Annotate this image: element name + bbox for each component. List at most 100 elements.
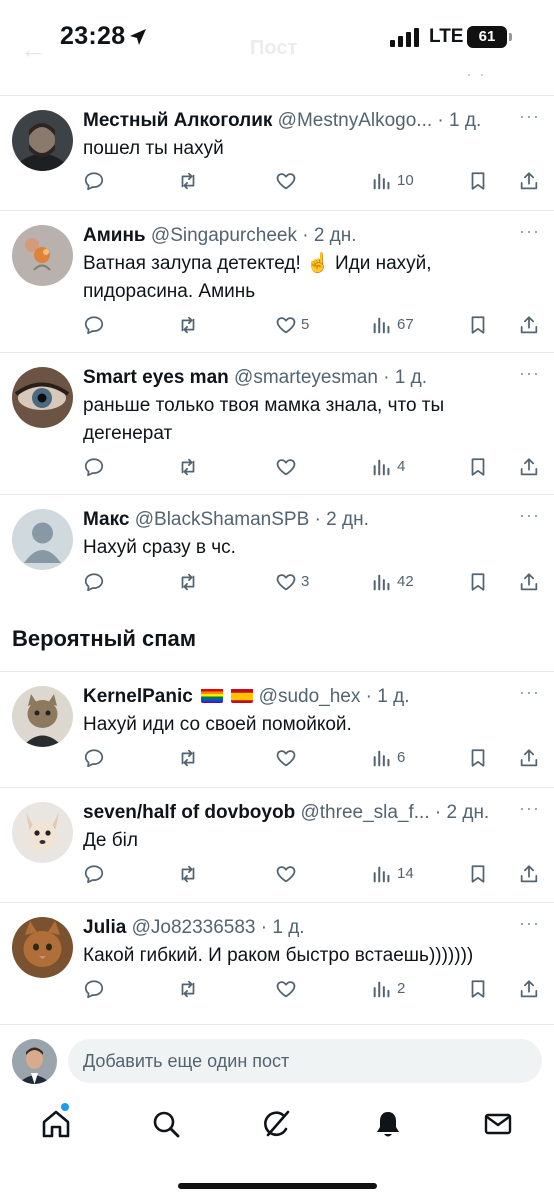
cat-avatar-icon[interactable] <box>12 917 73 978</box>
reply-button[interactable] <box>83 863 105 889</box>
chihuahua-avatar-icon[interactable] <box>12 802 73 863</box>
like-button[interactable] <box>275 747 301 773</box>
views-button[interactable]: 67 <box>371 314 414 340</box>
post[interactable]: Макс @BlackShamanSPB · 2 дн. ··· Нахуй с… <box>0 495 554 608</box>
reply-button[interactable] <box>83 571 105 597</box>
repost-button[interactable] <box>177 571 199 597</box>
eye-avatar-icon[interactable] <box>12 367 73 428</box>
bookmark-button[interactable] <box>467 978 489 1004</box>
like-button[interactable] <box>275 170 301 196</box>
heart-icon <box>276 317 296 334</box>
post-time: · 1 д. <box>260 917 305 938</box>
views-button[interactable]: 4 <box>371 456 405 482</box>
author-handle[interactable]: @Singapurcheek <box>151 225 297 246</box>
reply-button[interactable] <box>83 170 105 196</box>
flower-avatar-icon[interactable] <box>12 225 73 286</box>
bearded-man-avatar-icon[interactable] <box>12 110 73 171</box>
post-text: пошел ты нахуй <box>83 138 224 159</box>
views-button[interactable]: 2 <box>371 978 405 1004</box>
repost-button[interactable] <box>177 456 199 482</box>
author-handle[interactable]: @Jo82336583 <box>132 917 256 938</box>
author-name[interactable]: Местный Алкоголик <box>83 110 272 131</box>
views-button[interactable]: 14 <box>371 863 414 889</box>
repost-button[interactable] <box>177 747 199 773</box>
reply-button[interactable] <box>83 747 105 773</box>
post[interactable]: Местный Алкоголик @MestnyAlkogo... · 1 д… <box>0 96 554 211</box>
back-arrow-icon[interactable]: ← <box>20 34 46 65</box>
post-header: seven/half of dovboyob @three_sla_f... ·… <box>83 802 510 824</box>
reply-icon <box>84 980 104 999</box>
post[interactable]: Julia @Jo82336583 · 1 д. ··· Какой гибки… <box>0 903 554 1018</box>
bookmark-button[interactable] <box>467 747 489 773</box>
share-button[interactable] <box>518 978 540 1004</box>
like-button[interactable] <box>275 456 301 482</box>
bookmark-button[interactable] <box>467 456 489 482</box>
bookmark-button[interactable] <box>467 314 489 340</box>
post[interactable]: seven/half of dovboyob @three_sla_f... ·… <box>0 788 554 903</box>
more-options-icon[interactable]: ··· <box>519 505 540 526</box>
post-actions: 10 <box>83 170 543 196</box>
like-button[interactable] <box>275 978 301 1004</box>
author-handle[interactable]: @sudo_hex <box>259 686 361 707</box>
bookmark-button[interactable] <box>467 170 489 196</box>
like-button[interactable]: 3 <box>275 571 309 597</box>
home-tab[interactable] <box>40 1108 72 1140</box>
grok-tab[interactable] <box>261 1108 293 1140</box>
views-button[interactable]: 42 <box>371 571 414 597</box>
post[interactable]: Аминь @Singapurcheek · 2 дн. ··· Ватная … <box>0 211 554 353</box>
author-name[interactable]: KernelPanic <box>83 686 193 707</box>
author-name[interactable]: Julia <box>83 917 126 938</box>
share-button[interactable] <box>518 456 540 482</box>
post-header: Julia @Jo82336583 · 1 д. <box>83 917 510 939</box>
cat-in-suit-avatar-icon[interactable] <box>12 686 73 747</box>
views-icon <box>373 574 390 591</box>
author-name[interactable]: seven/half of dovboyob <box>83 802 295 823</box>
author-handle[interactable]: @BlackShamanSPB <box>135 509 310 530</box>
view-count: 14 <box>397 865 414 882</box>
status-time: 23:28 <box>60 22 126 50</box>
more-options-icon[interactable]: ··· <box>519 913 540 934</box>
views-button[interactable]: 10 <box>371 170 414 196</box>
author-name[interactable]: Smart eyes man <box>83 367 229 388</box>
share-button[interactable] <box>518 747 540 773</box>
reply-button[interactable] <box>83 978 105 1004</box>
more-options-icon[interactable]: ··· <box>519 106 540 127</box>
reply-icon <box>84 865 104 884</box>
reply-button[interactable] <box>83 456 105 482</box>
post-actions: 4 <box>83 456 543 482</box>
messages-tab[interactable] <box>482 1108 514 1140</box>
author-handle[interactable]: @smarteyesman <box>234 367 378 388</box>
share-button[interactable] <box>518 314 540 340</box>
reply-input[interactable] <box>68 1039 542 1083</box>
more-options-icon[interactable]: ··· <box>519 798 540 819</box>
views-button[interactable]: 6 <box>371 747 405 773</box>
repost-button[interactable] <box>177 314 199 340</box>
search-tab[interactable] <box>150 1108 182 1140</box>
bookmark-button[interactable] <box>467 863 489 889</box>
author-name[interactable]: Макс <box>83 509 129 530</box>
author-handle[interactable]: @MestnyAlkogo... <box>278 110 432 131</box>
notifications-tab[interactable] <box>372 1108 404 1140</box>
author-handle[interactable]: @three_sla_f... <box>300 802 429 823</box>
post[interactable]: KernelPanic @sudo_hex · 1 д. ··· Нахуй и… <box>0 672 554 788</box>
post-actions: 2 <box>83 978 543 1004</box>
more-options-icon[interactable]: ··· <box>519 682 540 703</box>
share-button[interactable] <box>518 863 540 889</box>
share-button[interactable] <box>518 571 540 597</box>
like-button[interactable]: 5 <box>275 314 309 340</box>
author-name[interactable]: Аминь <box>83 225 146 246</box>
search-icon <box>153 1111 180 1138</box>
repost-button[interactable] <box>177 170 199 196</box>
bookmark-button[interactable] <box>467 571 489 597</box>
share-button[interactable] <box>518 170 540 196</box>
reply-button[interactable] <box>83 314 105 340</box>
post[interactable]: Smart eyes man @smarteyesman · 1 д. ··· … <box>0 353 554 495</box>
default-profile-icon[interactable] <box>12 509 73 570</box>
repost-button[interactable] <box>177 863 199 889</box>
like-button[interactable] <box>275 863 301 889</box>
more-icon[interactable]: · · <box>466 64 486 85</box>
more-options-icon[interactable]: ··· <box>519 221 540 242</box>
user-avatar[interactable] <box>12 1039 57 1084</box>
more-options-icon[interactable]: ··· <box>519 363 540 384</box>
repost-button[interactable] <box>177 978 199 1004</box>
